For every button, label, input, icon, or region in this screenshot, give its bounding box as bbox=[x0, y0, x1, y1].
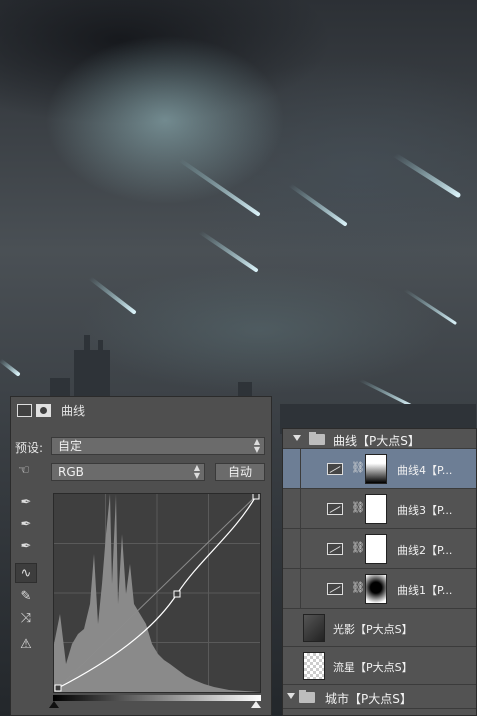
layer-name: 曲线1【P... bbox=[397, 584, 453, 597]
curves-adjustment-icon bbox=[327, 543, 343, 555]
channel-value: RGB bbox=[58, 465, 84, 479]
link-chain-icon[interactable]: ⛓ bbox=[351, 461, 365, 474]
properties-header: 曲线 bbox=[11, 397, 271, 423]
curves-properties-panel: 曲线 预设: 自定 ▲ ▼ ☜ RGB ▲ ▼ 自动 ✒ ✒ ✒ ∿ ✎ ⤨ ⚠ bbox=[10, 396, 272, 716]
visibility-toggle[interactable] bbox=[283, 569, 301, 608]
layer-row[interactable]: 光影【P大点S】 bbox=[283, 609, 476, 647]
curves-adjustment-icon bbox=[327, 583, 343, 595]
layer-mask-thumbnail[interactable] bbox=[365, 574, 387, 604]
white-point-eyedropper-icon[interactable]: ✒ bbox=[15, 537, 37, 557]
layer-row[interactable]: 流星【P大点S】 bbox=[283, 647, 476, 685]
chevron-updown-icon: ▲ ▼ bbox=[253, 437, 260, 454]
preset-row: 预设: 自定 ▲ ▼ bbox=[11, 435, 271, 459]
curve-point-black bbox=[54, 684, 62, 692]
target-adjust-hand-icon[interactable]: ☜ bbox=[13, 461, 35, 481]
layer-mask-thumbnail[interactable] bbox=[365, 454, 387, 484]
visibility-toggle[interactable] bbox=[283, 449, 301, 488]
curves-adjustment-icon bbox=[327, 463, 343, 475]
chevron-updown-icon: ▲ ▼ bbox=[193, 463, 200, 480]
layer-name: 流星【P大点S】 bbox=[333, 661, 413, 674]
white-input-slider[interactable] bbox=[251, 701, 261, 708]
group-name: 曲线【P大点S】 bbox=[333, 434, 420, 448]
black-input-slider[interactable] bbox=[49, 701, 59, 708]
curve-point-white bbox=[252, 494, 260, 500]
input-gradient-bar bbox=[53, 695, 261, 701]
clipping-warning-icon[interactable]: ⚠ bbox=[15, 635, 37, 655]
pencil-draw-icon[interactable]: ✎ bbox=[15, 587, 37, 607]
layer-mask-thumbnail[interactable] bbox=[365, 494, 387, 524]
transparent-layer-thumbnail[interactable] bbox=[303, 652, 325, 680]
layer-name: 曲线3【P... bbox=[397, 504, 453, 517]
preset-select[interactable]: 自定 ▲ ▼ bbox=[51, 437, 265, 455]
gray-point-eyedropper-icon[interactable]: ✒ bbox=[15, 515, 37, 535]
visibility-toggle[interactable] bbox=[283, 489, 301, 528]
properties-title: 曲线 bbox=[61, 403, 86, 418]
layer-name: 曲线4【P... bbox=[397, 464, 453, 477]
link-chain-icon[interactable]: ⛓ bbox=[351, 541, 365, 554]
curve-edit-points-icon[interactable]: ∿ bbox=[15, 563, 37, 583]
curves-graph[interactable] bbox=[53, 493, 261, 693]
visibility-toggle[interactable] bbox=[283, 529, 301, 568]
auto-button[interactable]: 自动 bbox=[215, 463, 265, 481]
disclosure-triangle-icon[interactable] bbox=[287, 693, 295, 699]
layers-panel: 曲线【P大点S】 ⛓ 曲线4【P... ⛓ 曲线3【P... ⛓ 曲线2【P..… bbox=[282, 428, 477, 716]
layer-mask-icon[interactable] bbox=[36, 403, 51, 417]
folder-icon bbox=[309, 432, 325, 445]
layer-row[interactable]: ⛓ 曲线4【P... bbox=[283, 449, 476, 489]
layer-row[interactable]: ⛓ 曲线2【P... bbox=[283, 529, 476, 569]
disclosure-triangle-icon[interactable] bbox=[293, 435, 301, 441]
layer-thumbnail[interactable] bbox=[303, 614, 325, 642]
layer-mask-thumbnail[interactable] bbox=[365, 534, 387, 564]
layer-row[interactable]: ⛓ 曲线3【P... bbox=[283, 489, 476, 529]
layer-group-curves[interactable]: 曲线【P大点S】 bbox=[283, 429, 476, 449]
layer-group-city[interactable]: 城市【P大点S】 bbox=[283, 687, 476, 709]
layer-name: 光影【P大点S】 bbox=[333, 623, 413, 636]
channel-select[interactable]: RGB ▲ ▼ bbox=[51, 463, 205, 481]
folder-icon bbox=[299, 690, 315, 703]
preset-value: 自定 bbox=[58, 439, 83, 453]
layer-row[interactable]: ⛓ 曲线1【P... bbox=[283, 569, 476, 609]
curve-point-mid bbox=[173, 590, 181, 598]
group-name: 城市【P大点S】 bbox=[325, 692, 412, 706]
black-point-eyedropper-icon[interactable]: ✒ bbox=[15, 493, 37, 513]
link-chain-icon[interactable]: ⛓ bbox=[351, 501, 365, 514]
layer-name: 曲线2【P... bbox=[397, 544, 453, 557]
channel-row: ☜ RGB ▲ ▼ 自动 bbox=[11, 461, 271, 485]
curves-adjustment-icon[interactable] bbox=[17, 403, 32, 417]
smooth-curve-icon[interactable]: ⤨ bbox=[15, 609, 37, 629]
curves-adjustment-icon bbox=[327, 503, 343, 515]
meteor-streaks bbox=[0, 152, 461, 407]
link-chain-icon[interactable]: ⛓ bbox=[351, 581, 365, 594]
preset-label: 预设: bbox=[15, 441, 44, 455]
